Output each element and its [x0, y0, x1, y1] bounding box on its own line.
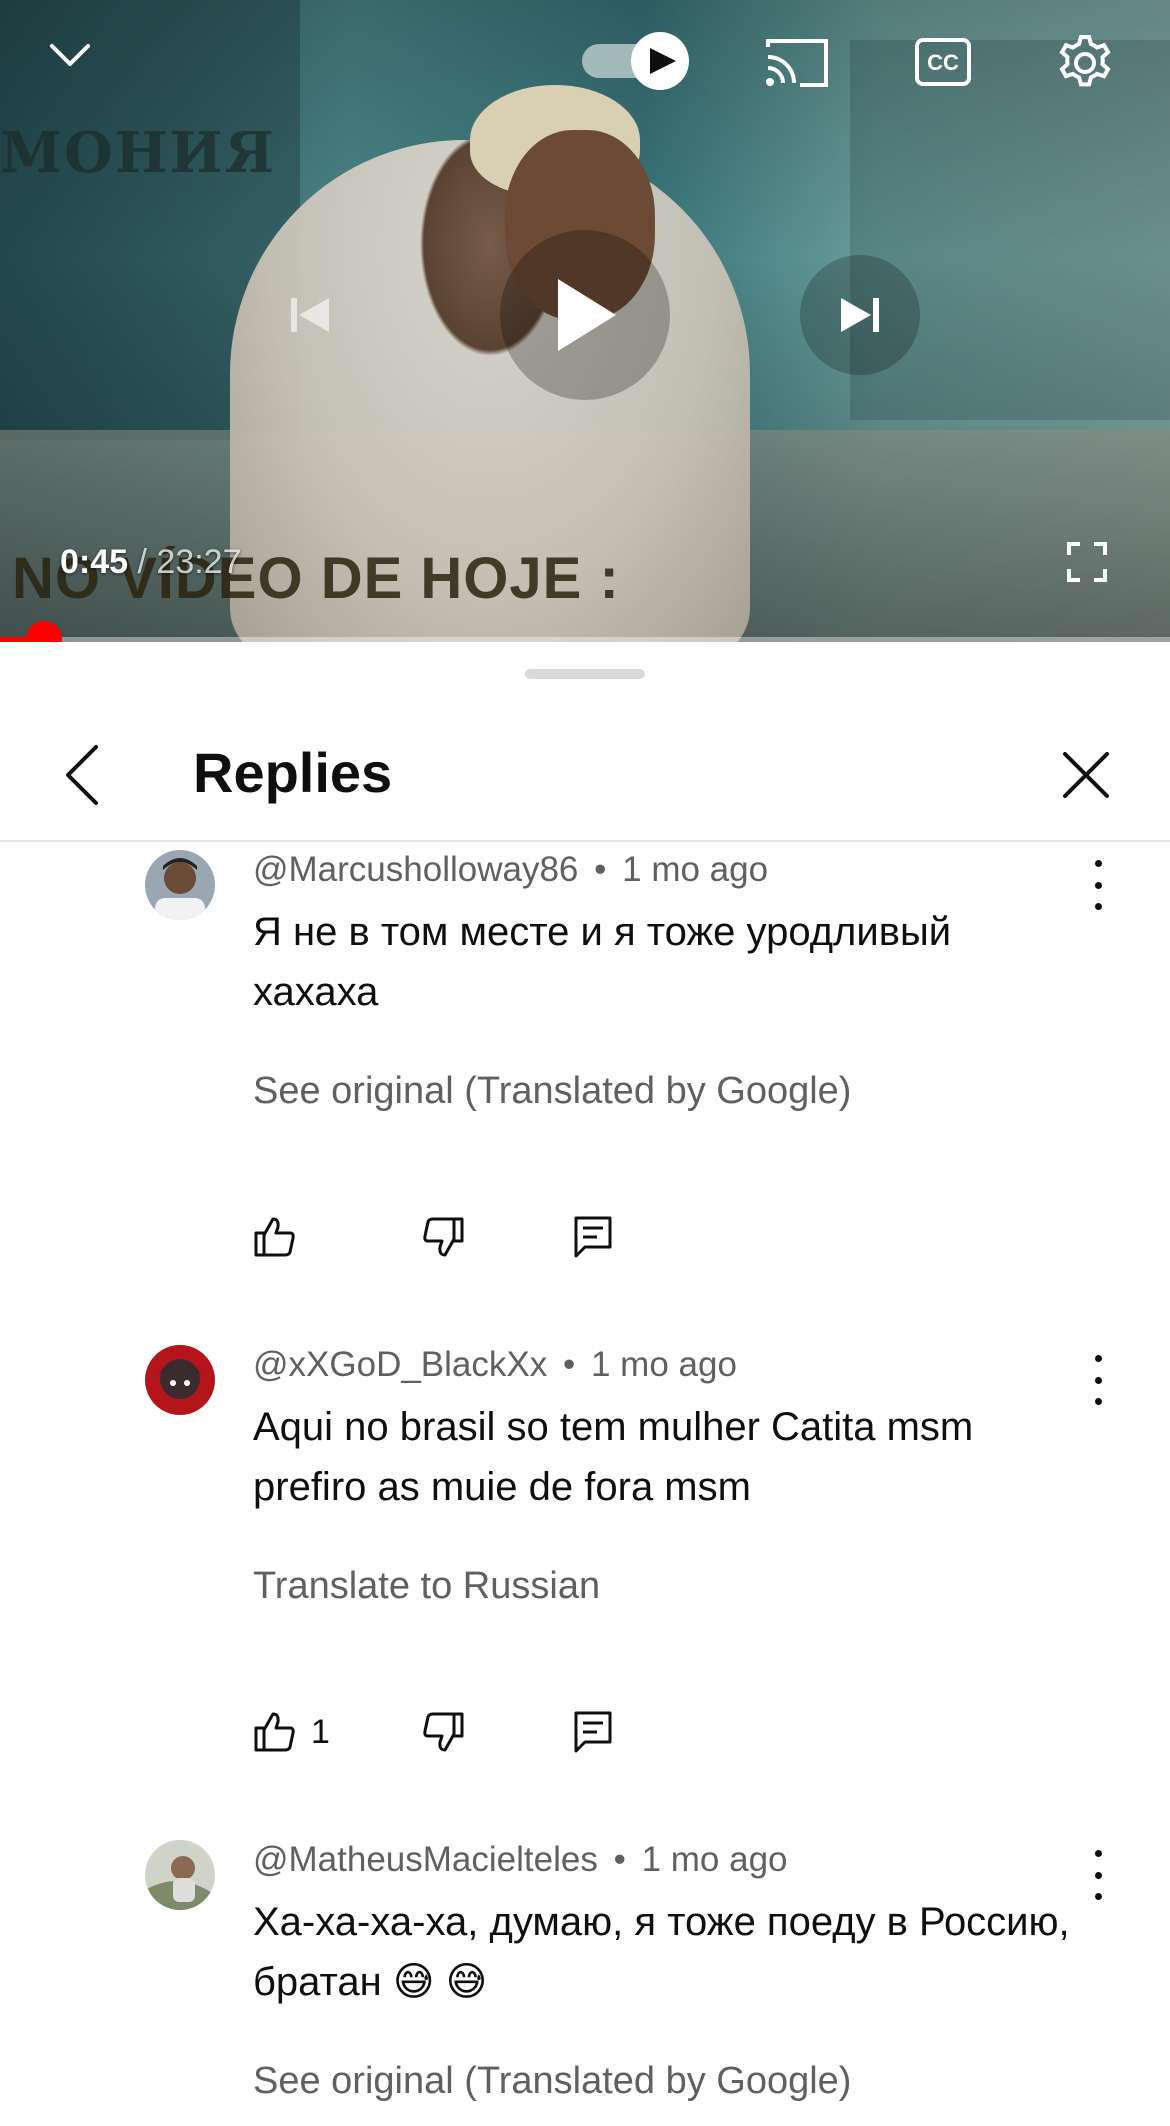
like-count: 1 — [311, 1712, 330, 1751]
minimize-chevron-icon[interactable] — [40, 25, 100, 85]
building-right — [850, 40, 1170, 420]
comment-time: 1 mo ago — [622, 850, 769, 889]
time-duration: / 23:27 — [137, 543, 242, 581]
next-video-icon[interactable] — [800, 255, 920, 375]
meta-separator: • — [613, 1840, 626, 1879]
progress-bar[interactable] — [0, 621, 1170, 642]
settings-gear-icon[interactable] — [1052, 30, 1118, 96]
time-current: 0:45 — [60, 543, 129, 581]
captions-icon[interactable]: CC — [910, 32, 976, 92]
close-button[interactable] — [1046, 735, 1126, 815]
autoplay-toggle[interactable] — [580, 30, 692, 92]
reply-button[interactable] — [573, 1702, 613, 1762]
fullscreen-icon[interactable] — [1062, 537, 1112, 587]
comment-author[interactable]: @Marcusholloway86 — [253, 850, 578, 889]
like-button[interactable]: 1 — [253, 1702, 330, 1762]
comment-text: Aqui no brasil so tem mulher Catita msm … — [253, 1405, 974, 1509]
meta-separator: • — [562, 1345, 576, 1384]
translate-link[interactable]: Translate to Russian — [253, 1565, 600, 1608]
time-display: 0:45 / 23:27 — [60, 543, 242, 582]
comment-time: 1 mo ago — [641, 1840, 788, 1879]
video-sign-text: МОНИЯ — [0, 120, 276, 186]
cast-icon[interactable] — [762, 32, 832, 92]
more-options-icon[interactable] — [1085, 1850, 1111, 1900]
page-title: Replies — [193, 741, 393, 804]
comment-time: 1 mo ago — [590, 1345, 737, 1384]
more-options-icon[interactable] — [1085, 860, 1111, 910]
see-original-link[interactable]: See original (Translated by Google) — [253, 1070, 851, 1113]
dislike-button[interactable] — [421, 1207, 465, 1267]
video-player[interactable]: МОНИЯ CC NO VÍDEO DE HOJE: 0:45 / 23:27 — [0, 0, 1170, 642]
dislike-button[interactable] — [421, 1702, 465, 1762]
svg-text:CC: CC — [927, 50, 959, 75]
comment-text: Ха-ха-ха-ха, думаю, я тоже поеду в Росси… — [253, 1900, 1070, 2004]
previous-video-icon[interactable] — [270, 280, 350, 350]
see-original-link[interactable]: See original (Translated by Google) — [253, 2060, 851, 2103]
comment-meta: @Marcusholloway86 • 1 mo ago — [253, 850, 768, 890]
reply-button[interactable] — [573, 1207, 613, 1267]
play-button[interactable] — [500, 230, 670, 400]
comment-author[interactable]: @MatheusMacielteles — [253, 1840, 598, 1879]
comment-author[interactable]: @xXGoD_BlackXx — [253, 1345, 547, 1384]
like-button[interactable] — [253, 1207, 311, 1267]
avatar[interactable] — [145, 850, 215, 920]
back-button[interactable] — [42, 735, 122, 815]
comment-meta: @xXGoD_BlackXx • 1 mo ago — [253, 1345, 737, 1385]
comment-actions: 1 — [253, 1702, 653, 1762]
avatar[interactable] — [145, 1345, 215, 1415]
meta-separator: • — [594, 850, 607, 889]
avatar[interactable] — [145, 1840, 215, 1910]
comment-actions — [253, 1207, 653, 1267]
comment-meta: @MatheusMacielteles • 1 mo ago — [253, 1840, 788, 1880]
comment-text: Я не в том месте и я тоже уродливый хаха… — [253, 910, 952, 1014]
more-options-icon[interactable] — [1085, 1355, 1111, 1405]
drag-handle[interactable] — [525, 669, 645, 679]
replies-header: Replies — [0, 705, 1170, 842]
